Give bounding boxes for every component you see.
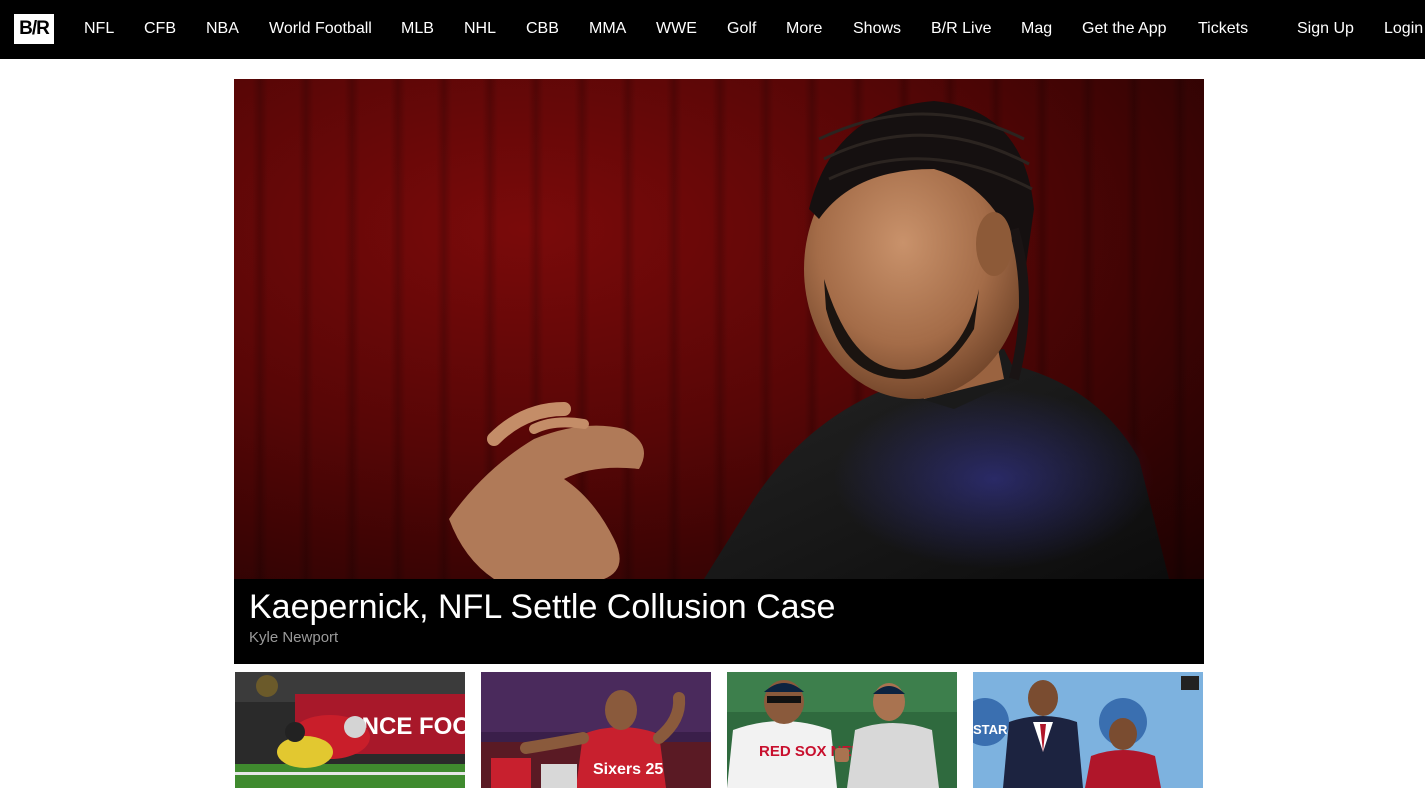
hero-article[interactable]: Kaepernick, NFL Settle Collusion Case Ky… [234, 79, 1204, 664]
baseball-players-photo: RED SOX NEW YORK [727, 672, 957, 788]
hero-caption: Kaepernick, NFL Settle Collusion Case Ky… [234, 579, 1204, 664]
nav-item-nfl[interactable]: NFL [84, 18, 114, 40]
hero-author[interactable]: Kyle Newport [249, 629, 338, 647]
hero-photo-illustration [449, 101, 1169, 579]
nav-item-mma[interactable]: MMA [589, 18, 626, 40]
football-tackle-photo: LIANCE FOOTBALL [235, 672, 465, 788]
basketball-allstar-photo: STAR Sprin [973, 672, 1203, 788]
nav-item-br-live[interactable]: B/R Live [931, 18, 991, 40]
br-logo[interactable]: B/R [14, 14, 54, 44]
nav-item-mlb[interactable]: MLB [401, 18, 434, 40]
hero-title[interactable]: Kaepernick, NFL Settle Collusion Case [249, 587, 835, 627]
nav-item-cfb[interactable]: CFB [144, 18, 176, 40]
nav-item-get-the-app[interactable]: Get the App [1082, 18, 1167, 40]
article-thumbnail-1[interactable]: LIANCE FOOTBALL [235, 672, 465, 788]
nav-item-mag[interactable]: Mag [1021, 18, 1052, 40]
hero-image [234, 79, 1204, 579]
article-thumbnail-2[interactable]: Sixers 25 [481, 672, 711, 788]
login-link[interactable]: Login [1384, 18, 1423, 40]
article-thumbnail-3[interactable]: RED SOX NEW YORK [727, 672, 957, 788]
nav-item-nba[interactable]: NBA [206, 18, 239, 40]
nav-item-world-football[interactable]: World Football [269, 18, 372, 40]
basketball-player-photo: Sixers 25 [481, 672, 711, 788]
top-nav: B/R NFL CFB NBA World Football MLB NHL C… [0, 0, 1425, 59]
nav-item-more[interactable]: More [786, 18, 822, 40]
nav-item-nhl[interactable]: NHL [464, 18, 496, 40]
sign-up-link[interactable]: Sign Up [1297, 18, 1354, 40]
nav-item-cbb[interactable]: CBB [526, 18, 559, 40]
thumbnail-2-jersey-text: Sixers 25 [593, 761, 663, 778]
article-thumbnail-4[interactable]: STAR Sprin [973, 672, 1203, 788]
nav-item-wwe[interactable]: WWE [656, 18, 697, 40]
nav-item-golf[interactable]: Golf [727, 18, 756, 40]
nav-item-tickets[interactable]: Tickets [1198, 18, 1248, 40]
nav-item-shows[interactable]: Shows [853, 18, 901, 40]
